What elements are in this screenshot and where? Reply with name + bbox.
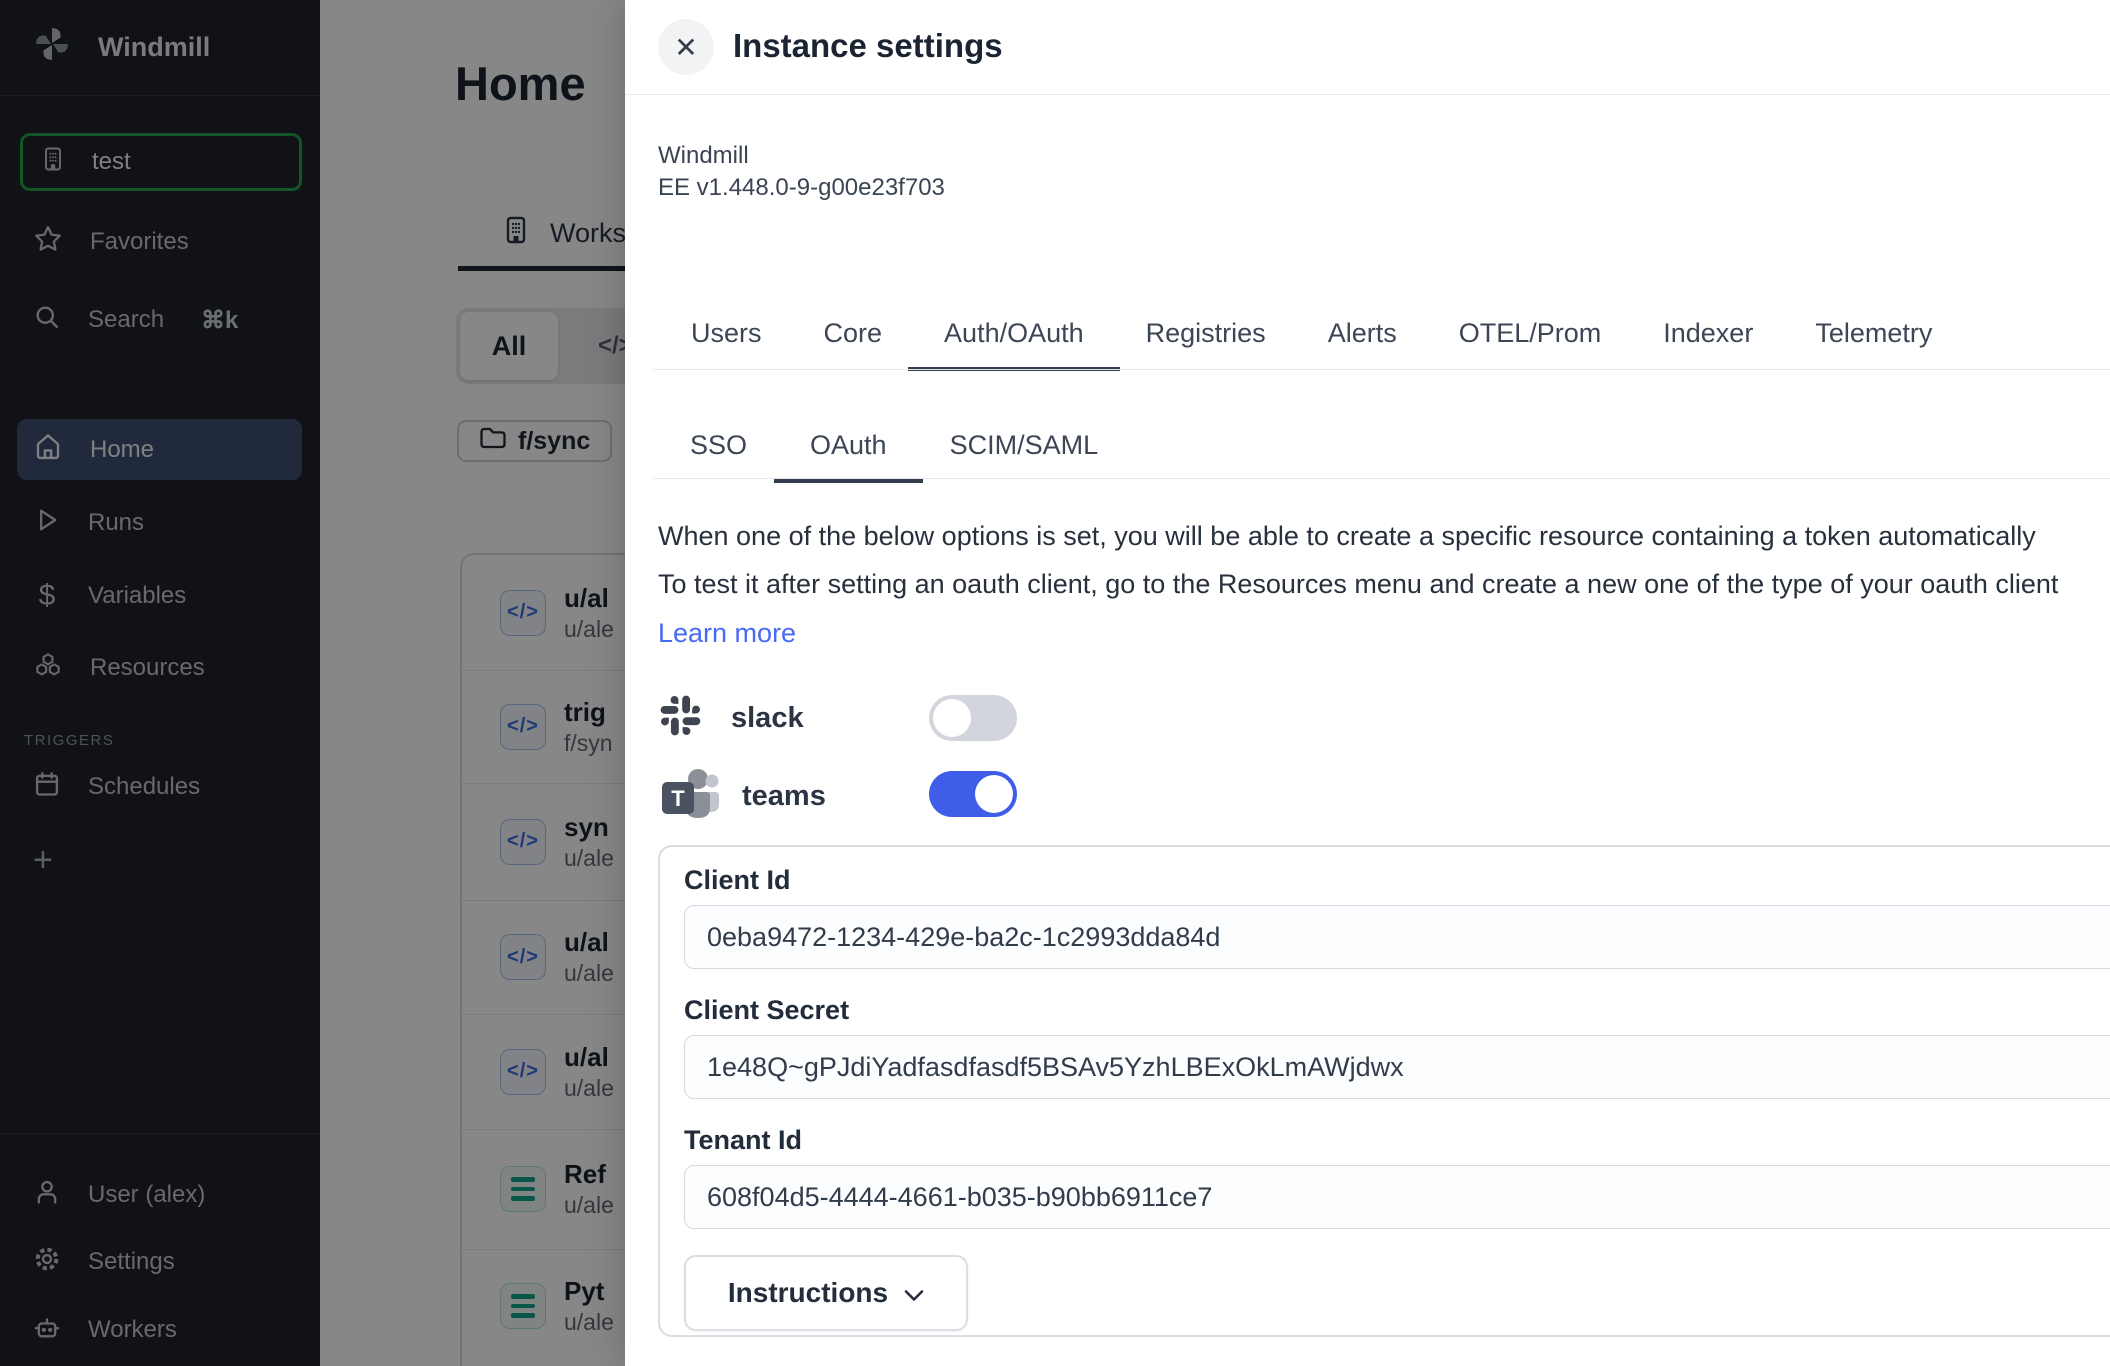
description-line2: To test it after setting an oauth client…	[658, 569, 2058, 600]
teams-icon: T	[658, 766, 720, 827]
client-id-input[interactable]	[684, 905, 2110, 969]
divider	[653, 369, 2110, 370]
tab-alerts[interactable]: Alerts	[1328, 318, 1397, 367]
tab-otel-prom[interactable]: OTEL/Prom	[1459, 318, 1602, 367]
settings-tabs: Users Core Auth/OAuth Registries Alerts …	[691, 318, 1932, 367]
auth-subtabs: SSO OAuth SCIM/SAML	[690, 430, 1098, 479]
close-icon[interactable]: ✕	[658, 19, 714, 75]
app-name: Windmill	[658, 140, 749, 171]
tab-indexer[interactable]: Indexer	[1663, 318, 1753, 367]
instructions-button[interactable]: Instructions	[684, 1255, 968, 1331]
toggle-knob	[975, 775, 1013, 813]
provider-name-slack: slack	[731, 702, 804, 735]
tab-core[interactable]: Core	[824, 318, 883, 367]
instructions-label: Instructions	[728, 1277, 888, 1309]
toggle-knob	[933, 699, 971, 737]
svg-text:T: T	[671, 786, 685, 811]
client-secret-input[interactable]	[684, 1035, 2110, 1099]
subtab-scim-saml[interactable]: SCIM/SAML	[950, 430, 1099, 479]
windmill-app: Home Works All </>	[0, 0, 2110, 1366]
teams-toggle[interactable]	[929, 771, 1017, 817]
tab-telemetry[interactable]: Telemetry	[1815, 318, 1932, 367]
chevron-down-icon	[904, 1277, 924, 1309]
drawer-header: ✕ Instance settings	[625, 0, 2110, 95]
teams-oauth-panel: Client Id Client Secret Tenant Id Instru…	[658, 845, 2110, 1337]
divider	[653, 478, 2110, 479]
learn-more-link[interactable]: Learn more	[658, 618, 796, 649]
tab-registries[interactable]: Registries	[1146, 318, 1266, 367]
tab-users[interactable]: Users	[691, 318, 762, 367]
slack-toggle[interactable]	[929, 695, 1017, 741]
client-id-label: Client Id	[684, 865, 791, 896]
instance-settings-drawer: ✕ Instance settings Windmill EE v1.448.0…	[625, 0, 2110, 1366]
tenant-id-label: Tenant Id	[684, 1125, 802, 1156]
provider-name-teams: teams	[742, 780, 826, 813]
tab-auth-oauth[interactable]: Auth/OAuth	[944, 318, 1084, 371]
subtab-oauth[interactable]: OAuth	[810, 430, 887, 483]
provider-row-slack: slack	[658, 694, 804, 742]
provider-row-teams: T teams	[658, 768, 826, 824]
description-line1: When one of the below options is set, yo…	[658, 521, 2036, 552]
subtab-sso[interactable]: SSO	[690, 430, 747, 479]
slack-icon	[658, 693, 703, 743]
drawer-title: Instance settings	[733, 27, 1003, 65]
client-secret-label: Client Secret	[684, 995, 849, 1026]
version-text: EE v1.448.0-9-g00e23f703	[658, 172, 945, 203]
tenant-id-input[interactable]	[684, 1165, 2110, 1229]
